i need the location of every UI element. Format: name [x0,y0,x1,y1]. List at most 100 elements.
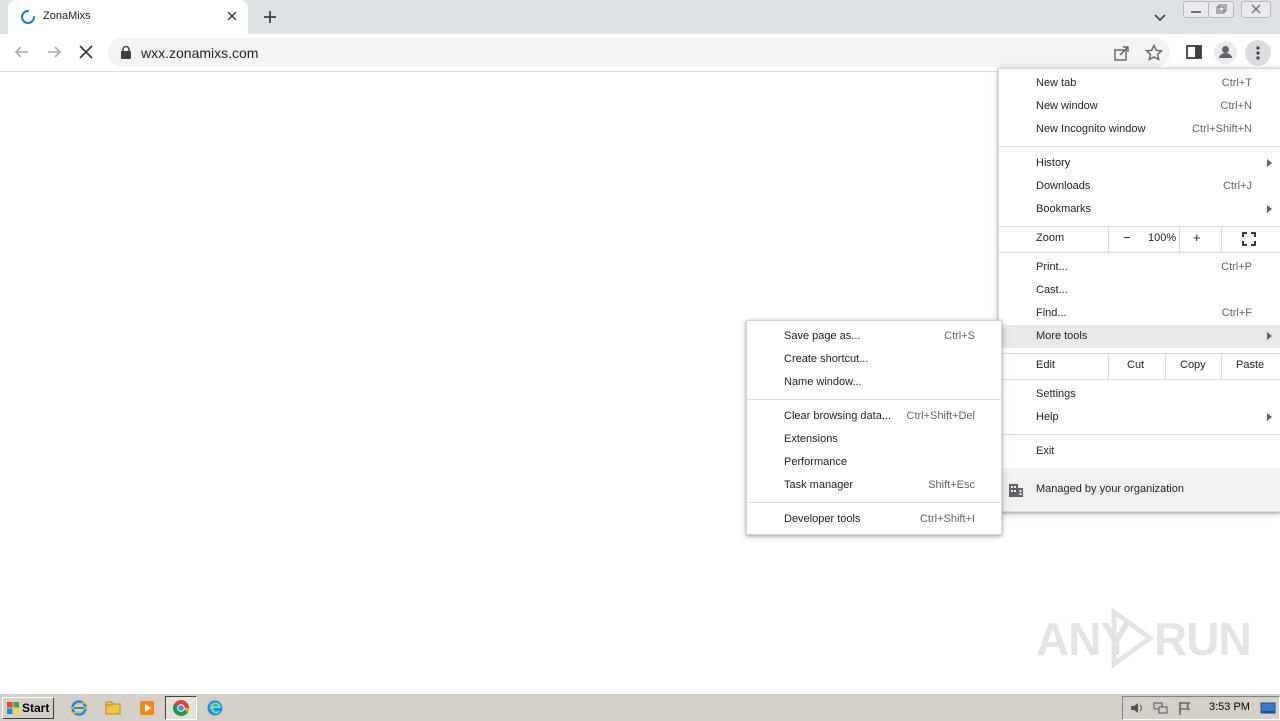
bookmark-star-icon[interactable] [1144,43,1164,63]
submenu-arrow-icon [1267,205,1272,213]
menu-item-task-manager[interactable]: Task manager Shift+Esc [747,474,1001,497]
menu-label: Bookmarks [1036,203,1092,215]
menu-item-help[interactable]: Help [999,406,1280,429]
anyrun-watermark: ANY RUN [1036,606,1252,670]
play-logo-icon [1111,608,1154,668]
action-center-flag-icon[interactable] [1177,700,1193,716]
menu-shortcut: Ctrl+Shift+N [1192,123,1252,135]
menu-item-downloads[interactable]: Downloads Ctrl+J [999,175,1280,198]
menu-item-new-incognito[interactable]: New Incognito window Ctrl+Shift+N [999,118,1280,141]
zoom-out-button[interactable]: − [1123,230,1131,245]
menu-separator [999,434,1280,435]
menu-item-new-tab[interactable]: New tab Ctrl+T [999,72,1280,95]
minimize-button[interactable] [1183,1,1209,18]
fullscreen-cell[interactable] [1221,227,1280,252]
menu-label: Settings [1036,388,1076,400]
menu-label: Developer tools [784,513,861,525]
share-icon[interactable] [1112,43,1132,63]
chrome-taskbar-button[interactable] [165,696,197,720]
menu-shortcut: Ctrl+J [1222,180,1252,192]
lock-icon[interactable] [120,46,132,59]
submenu-arrow-icon [1267,332,1272,340]
menu-label: History [1036,157,1071,169]
menu-label: Name window... [784,376,862,388]
close-window-button[interactable] [1241,1,1271,18]
tab-search-chevron-icon[interactable] [1152,9,1168,25]
chrome-main-menu: New tab Ctrl+T New window Ctrl+N New Inc… [998,68,1280,512]
managed-by-org[interactable]: Managed by your organization [999,468,1280,511]
volume-icon[interactable] [1129,700,1145,716]
menu-item-save-page[interactable]: Save page as... Ctrl+S [747,325,1001,348]
menu-label: Clear browsing data... [784,410,891,422]
copy-button[interactable]: Copy [1165,354,1222,379]
tab-zonamixs[interactable]: ZonaMixs [8,0,248,34]
submenu-arrow-icon [1267,413,1272,421]
menu-item-extensions[interactable]: Extensions [747,428,1001,451]
building-icon [1009,484,1023,497]
url-text[interactable]: wxx.zonamixs.com [141,45,258,61]
side-panel-icon[interactable] [1184,42,1204,62]
cut-button[interactable]: Cut [1108,354,1166,379]
restore-icon [1216,4,1227,14]
zoom-value: 100% [1148,232,1177,244]
show-desktop-icon[interactable] [1260,700,1276,716]
copy-label: Copy [1180,359,1206,371]
menu-item-create-shortcut[interactable]: Create shortcut... [747,348,1001,371]
internet-explorer-icon[interactable] [70,699,88,717]
new-tab-plus-icon[interactable] [260,7,280,27]
menu-shortcut: Ctrl+F [1221,307,1252,319]
close-window-icon [1251,4,1261,14]
zoom-row: Zoom − 100% + [999,226,1280,253]
menu-item-print[interactable]: Print... Ctrl+P [999,256,1280,279]
menu-item-name-window[interactable]: Name window... [747,371,1001,394]
media-player-icon[interactable] [138,699,156,717]
zoom-in-button[interactable]: + [1193,230,1201,245]
kebab-menu-button[interactable] [1245,40,1271,66]
menu-label: Help [1036,411,1059,423]
cut-label: Cut [1127,359,1145,371]
menu-shortcut: Ctrl+Shift+Del [906,410,975,422]
menu-label: Performance [784,456,847,468]
menu-separator [999,146,1280,147]
menu-item-cast[interactable]: Cast... [999,279,1280,302]
windows-flag-icon [7,702,19,714]
fullscreen-icon[interactable] [1242,232,1256,246]
system-tray: 3:53 PM [1122,696,1280,720]
taskbar-clock[interactable]: 3:53 PM [1209,701,1250,713]
menu-item-bookmarks[interactable]: Bookmarks [999,198,1280,221]
menu-item-clear-browsing-data[interactable]: Clear browsing data... Ctrl+Shift+Del [747,405,1001,428]
menu-item-performance[interactable]: Performance [747,451,1001,474]
edge-icon[interactable] [206,699,224,717]
menu-item-more-tools[interactable]: More tools [999,325,1280,348]
menu-item-exit[interactable]: Exit [999,440,1280,463]
menu-item-developer-tools[interactable]: Developer tools Ctrl+Shift+I [747,508,1001,531]
edit-row: Edit Cut Copy Paste [999,353,1280,380]
network-icon[interactable] [1153,700,1169,716]
three-dots-vertical-icon [1256,46,1260,60]
back-arrow-icon[interactable] [12,42,32,62]
menu-separator [747,502,1001,503]
start-label: Start [22,701,50,715]
edit-label: Edit [1036,359,1055,371]
menu-shortcut: Ctrl+Shift+I [919,513,975,525]
paste-button[interactable]: Paste [1221,354,1280,379]
menu-shortcut: Ctrl+P [1221,261,1252,273]
menu-shortcut: Ctrl+S [944,330,975,342]
menu-item-find[interactable]: Find... Ctrl+F [999,302,1280,325]
stop-loading-icon[interactable] [76,42,96,62]
menu-shortcut: Ctrl+N [1220,100,1252,112]
file-explorer-icon[interactable] [104,699,122,717]
start-button[interactable]: Start [2,697,54,719]
menu-item-settings[interactable]: Settings [999,383,1280,406]
address-bar[interactable]: wxx.zonamixs.com [108,38,1170,67]
menu-separator [747,399,1001,400]
window-controls [1183,0,1273,18]
tab-close-icon[interactable] [224,8,240,24]
menu-label: Print... [1036,261,1068,273]
zoom-label: Zoom [1036,232,1065,244]
profile-avatar[interactable] [1214,41,1237,64]
menu-item-new-window[interactable]: New window Ctrl+N [999,95,1280,118]
menu-item-history[interactable]: History [999,152,1280,175]
restore-button[interactable] [1208,1,1234,18]
forward-arrow-icon[interactable] [44,42,64,62]
